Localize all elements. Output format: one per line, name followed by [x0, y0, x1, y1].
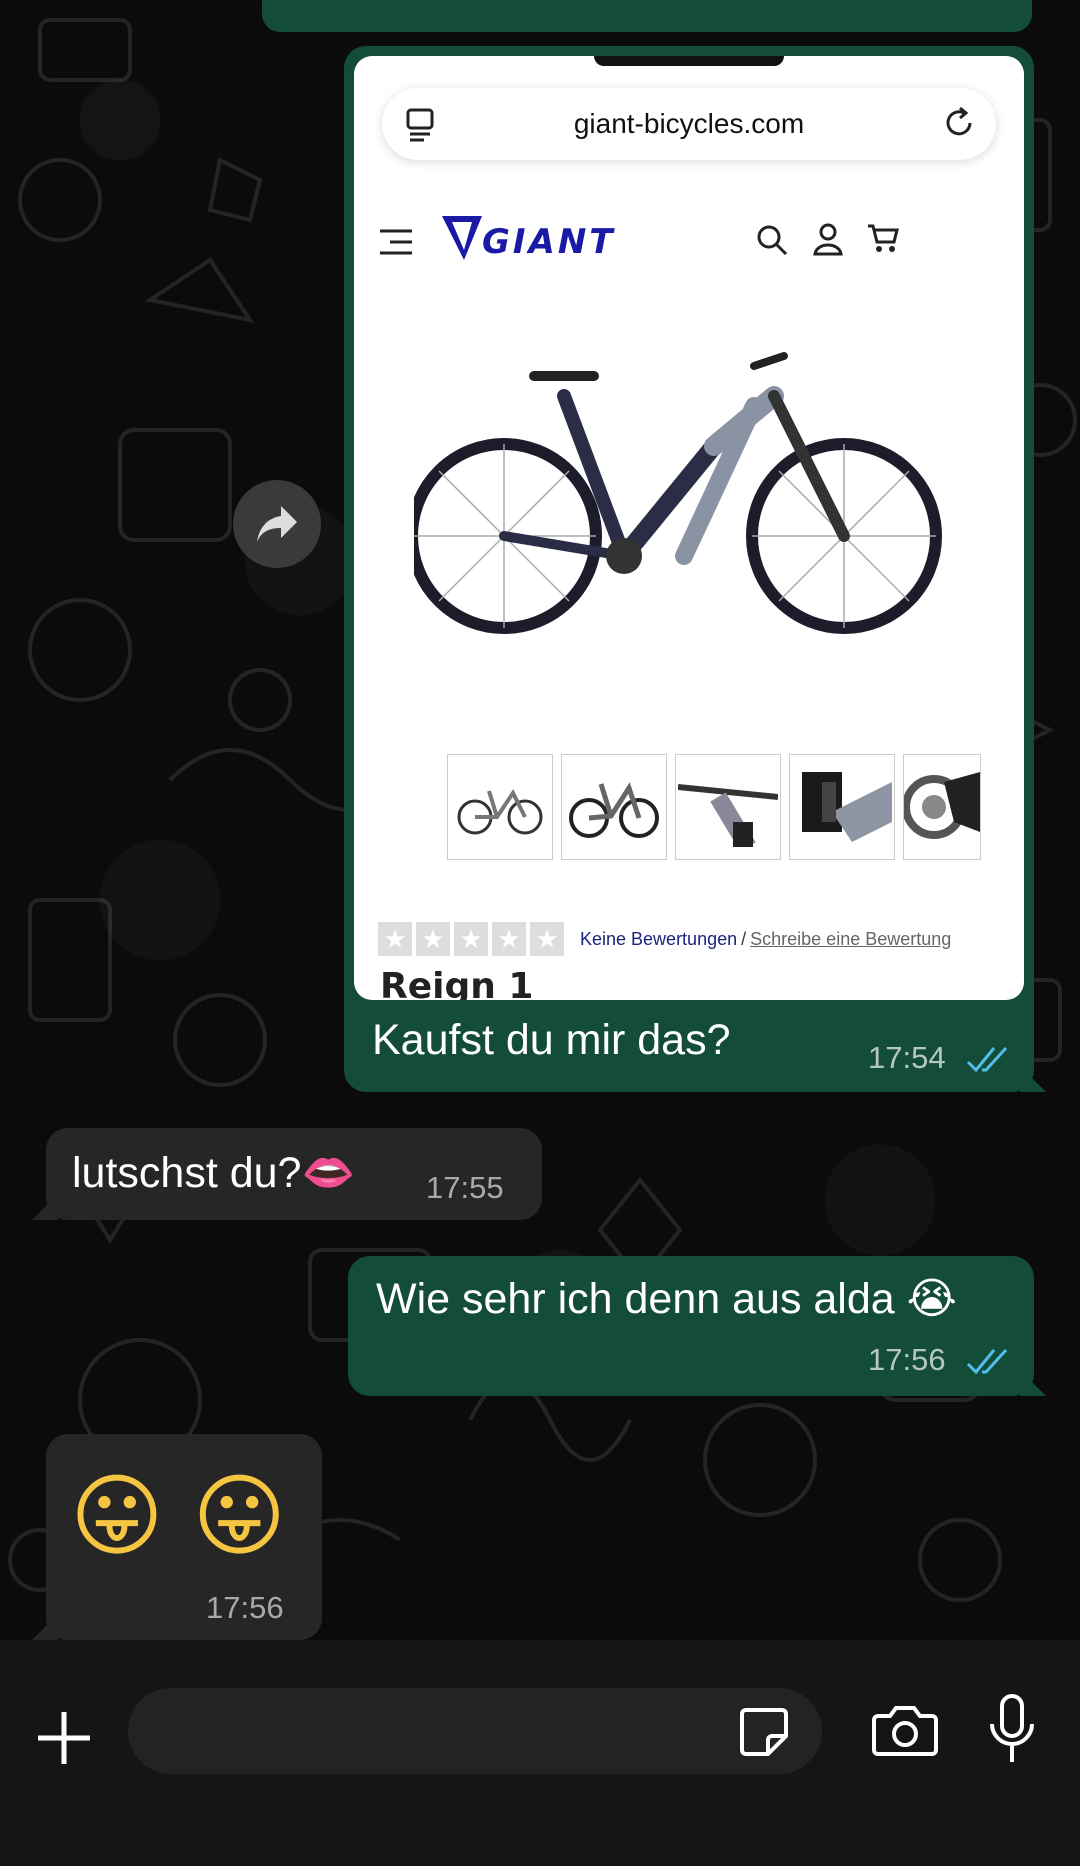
- rating-row: ★ ★ ★ ★ ★ Keine Bewertungen / Schreibe e…: [378, 922, 951, 956]
- cart-icon: [868, 224, 899, 252]
- message-time: 17:55: [426, 1170, 504, 1205]
- phone-notch: [594, 56, 784, 66]
- sticker-icon[interactable]: [738, 1706, 790, 1758]
- forward-arrow-icon: [257, 506, 297, 542]
- star-icon: ★: [530, 922, 564, 956]
- product-thumbnails: [447, 754, 981, 862]
- incoming-message[interactable]: lutschst du?👄 17:55: [32, 1128, 542, 1220]
- product-title: Reign 1: [380, 966, 534, 1000]
- cassette-thumbnail-image: [904, 772, 980, 839]
- site-navigation: GIANT: [354, 206, 1024, 276]
- write-review-link: Schreibe eine Bewertung: [750, 928, 952, 949]
- message-input[interactable]: [128, 1688, 822, 1774]
- url-text: giant-bicycles.com: [573, 108, 805, 139]
- bike-thumbnail-image: [457, 789, 543, 835]
- message-text-content: Wie sehr ich denn aus alda: [376, 1275, 895, 1323]
- message-text-content: lutschst du?: [72, 1149, 302, 1197]
- thumbnail[interactable]: [903, 754, 981, 860]
- message-time: 17:56: [206, 1590, 284, 1625]
- star-icon: ★: [454, 922, 488, 956]
- shared-screenshot-image[interactable]: giant-bicycles.com GIANT ★ ★ ★ ★ ★ Keine…: [354, 56, 1024, 1000]
- reload-icon: [946, 106, 972, 136]
- thumbnail[interactable]: [561, 754, 667, 860]
- microphone-icon[interactable]: [986, 1694, 1038, 1766]
- brand-name: GIANT: [482, 222, 616, 262]
- forward-button[interactable]: [233, 480, 321, 568]
- camera-icon[interactable]: [872, 1702, 938, 1758]
- outgoing-message[interactable]: Wie sehr ich denn aus alda 😭 17:56: [348, 1256, 1046, 1396]
- thumbnail[interactable]: [675, 754, 781, 860]
- plus-icon[interactable]: [34, 1708, 94, 1768]
- message-text: Wie sehr ich denn aus alda 😭: [376, 1274, 957, 1324]
- double-check-icon: [966, 1046, 1008, 1073]
- thumbnail[interactable]: [789, 754, 895, 860]
- hamburger-menu-icon: [380, 229, 412, 255]
- browser-url-bar: giant-bicycles.com: [382, 88, 996, 160]
- suspension-thumbnail-image: [802, 772, 892, 842]
- incoming-emoji-message[interactable]: 😛 😛 17:56: [32, 1434, 322, 1640]
- no-reviews-text: Keine Bewertungen: [580, 928, 738, 949]
- tabs-icon: [406, 108, 434, 142]
- message-composer: [0, 1640, 1080, 1866]
- star-icon: ★: [492, 922, 526, 956]
- giant-logo-icon: [442, 216, 482, 260]
- search-icon: [757, 225, 788, 256]
- thumbnail[interactable]: [447, 754, 553, 860]
- message-text: lutschst du?👄: [72, 1148, 355, 1198]
- lips-emoji: 👄: [301, 1148, 356, 1198]
- chat-background: giant-bicycles.com GIANT ★ ★ ★ ★ ★ Keine…: [0, 0, 1080, 1640]
- double-check-icon: [966, 1348, 1008, 1375]
- message-time: 17:54: [868, 1040, 946, 1075]
- rating-separator: /: [741, 928, 747, 949]
- account-icon: [813, 223, 843, 256]
- crying-emoji: 😭: [906, 1274, 957, 1324]
- handlebar-thumbnail-image: [678, 784, 778, 847]
- star-icon: ★: [378, 922, 412, 956]
- tongue-emoji: 😛 😛: [70, 1464, 287, 1569]
- outgoing-image-message[interactable]: giant-bicycles.com GIANT ★ ★ ★ ★ ★ Keine…: [344, 46, 1046, 1092]
- message-text: Kaufst du mir das?: [372, 1016, 731, 1064]
- bike-thumbnail-image: [569, 782, 659, 838]
- star-icon: ★: [416, 922, 450, 956]
- bike-product-image: [414, 352, 942, 634]
- previous-message-bubble[interactable]: [262, 0, 1032, 32]
- message-time: 17:56: [868, 1342, 946, 1377]
